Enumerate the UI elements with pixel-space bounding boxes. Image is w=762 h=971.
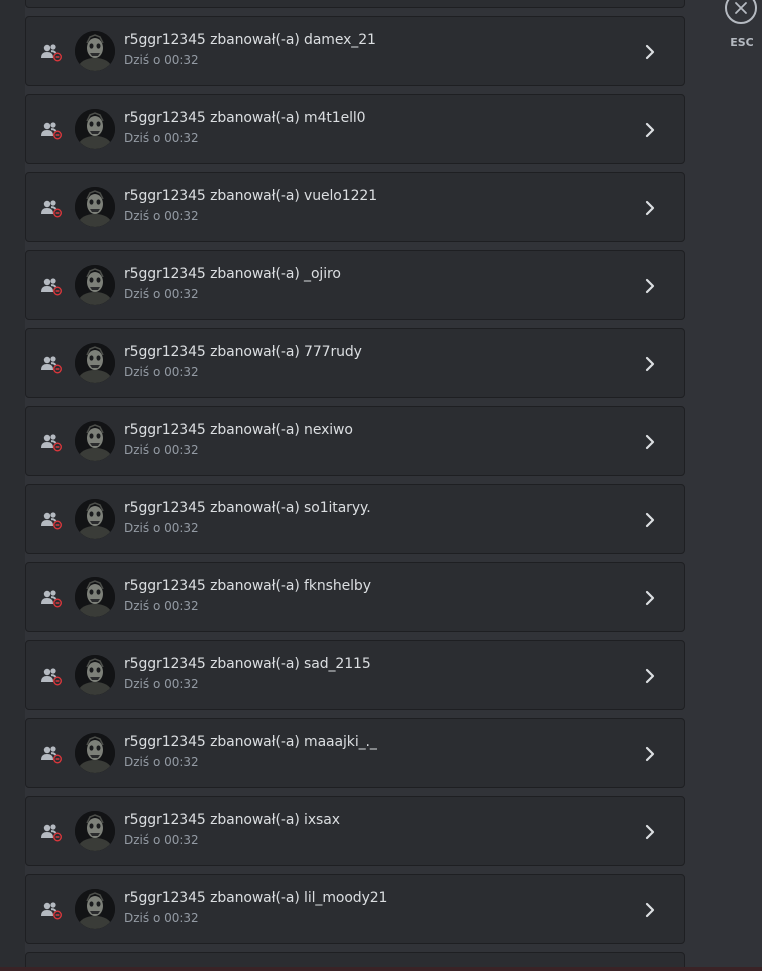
member-ban-icon — [41, 746, 63, 764]
entry-timestamp: Dziś o 00:32 — [124, 911, 199, 925]
audit-log-entry[interactable]: r5ggr12345 zbanował(-a) maaajki_._ Dziś … — [25, 718, 685, 788]
entry-title: r5ggr12345 zbanował(-a) vuelo1221 — [124, 188, 378, 204]
entry-timestamp: Dziś o 00:32 — [124, 677, 199, 691]
member-ban-icon — [41, 356, 63, 374]
avatar — [75, 343, 115, 383]
avatar — [75, 811, 115, 851]
chevron-right-icon[interactable] — [640, 42, 660, 62]
entry-timestamp: Dziś o 00:32 — [124, 287, 199, 301]
audit-log-entry[interactable]: r5ggr12345 zbanował(-a) lil_moody21 Dziś… — [25, 874, 685, 944]
entry-timestamp: Dziś o 00:32 — [124, 755, 199, 769]
audit-log-entry[interactable]: r5ggr12345 zbanował(-a) ixsax Dziś o 00:… — [25, 796, 685, 866]
chevron-right-icon[interactable] — [640, 822, 660, 842]
left-gutter — [0, 0, 25, 971]
avatar — [75, 889, 115, 929]
entry-timestamp: Dziś o 00:32 — [124, 53, 199, 67]
entry-title: r5ggr12345 zbanował(-a) 777rudy — [124, 344, 362, 360]
member-ban-icon — [41, 122, 63, 140]
chevron-right-icon[interactable] — [640, 354, 660, 374]
audit-log-entry[interactable]: r5ggr12345 zbanował(-a) damex_21 Dziś o … — [25, 16, 685, 86]
member-ban-icon — [41, 512, 63, 530]
close-area: ESC — [724, 0, 762, 52]
audit-log-entry[interactable]: r5ggr12345 zbanował(-a) 777rudy Dziś o 0… — [25, 328, 685, 398]
audit-log-list[interactable]: r5ggr12345 zbanował(-a) uscionek Dziś o … — [25, 0, 685, 952]
member-ban-icon — [41, 278, 63, 296]
avatar — [75, 421, 115, 461]
avatar — [75, 577, 115, 617]
entry-title: r5ggr12345 zbanował(-a) so1itaryy. — [124, 500, 371, 516]
member-ban-icon — [41, 434, 63, 452]
chevron-right-icon[interactable] — [640, 432, 660, 452]
entry-title: r5ggr12345 zbanował(-a) nexiwo — [124, 422, 353, 438]
entry-timestamp: Dziś o 00:32 — [124, 521, 199, 535]
audit-log-page: r5ggr12345 zbanował(-a) uscionek Dziś o … — [0, 0, 762, 971]
audit-log-entry[interactable]: r5ggr12345 zbanował(-a) nexiwo Dziś o 00… — [25, 406, 685, 476]
audit-log-entry[interactable]: r5ggr12345 zbanował(-a) m4t1ell0 Dziś o … — [25, 94, 685, 164]
entry-title: r5ggr12345 zbanował(-a) _ojiro — [124, 266, 341, 282]
audit-log-entry[interactable]: r5ggr12345 zbanował(-a) vuelo1221 Dziś o… — [25, 172, 685, 242]
close-icon — [735, 2, 747, 14]
close-button[interactable] — [725, 0, 757, 24]
entry-timestamp: Dziś o 00:32 — [124, 443, 199, 457]
avatar — [75, 265, 115, 305]
avatar — [75, 187, 115, 227]
chevron-right-icon[interactable] — [640, 588, 660, 608]
audit-log-entry[interactable]: r5ggr12345 zbanował(-a) sad_2115 Dziś o … — [25, 640, 685, 710]
avatar — [75, 31, 115, 71]
chevron-right-icon[interactable] — [640, 198, 660, 218]
avatar — [75, 733, 115, 773]
entry-timestamp: Dziś o 00:32 — [124, 833, 199, 847]
chevron-right-icon[interactable] — [640, 666, 660, 686]
avatar — [75, 109, 115, 149]
entry-timestamp: Dziś o 00:32 — [124, 131, 199, 145]
audit-log-entry[interactable]: r5ggr12345 zbanował(-a) fknshelby Dziś o… — [25, 562, 685, 632]
member-ban-icon — [41, 902, 63, 920]
entry-title: r5ggr12345 zbanował(-a) ixsax — [124, 812, 340, 828]
entry-timestamp: Dziś o 00:32 — [124, 209, 199, 223]
bottom-strip — [0, 967, 762, 971]
audit-log-entry[interactable]: r5ggr12345 zbanował(-a) _ojiro Dziś o 00… — [25, 250, 685, 320]
entry-title: r5ggr12345 zbanował(-a) damex_21 — [124, 32, 376, 48]
member-ban-icon — [41, 590, 63, 608]
avatar — [75, 499, 115, 539]
member-ban-icon — [41, 824, 63, 842]
chevron-right-icon[interactable] — [640, 120, 660, 140]
esc-label: ESC — [730, 36, 754, 49]
chevron-right-icon[interactable] — [640, 276, 660, 296]
chevron-right-icon[interactable] — [640, 900, 660, 920]
member-ban-icon — [41, 44, 63, 62]
entry-timestamp: Dziś o 00:32 — [124, 365, 199, 379]
member-ban-icon — [41, 668, 63, 686]
entry-timestamp: Dziś o 00:32 — [124, 599, 199, 613]
member-ban-icon — [41, 200, 63, 218]
chevron-right-icon[interactable] — [640, 744, 660, 764]
entry-title: r5ggr12345 zbanował(-a) maaajki_._ — [124, 734, 377, 750]
entry-title: r5ggr12345 zbanował(-a) lil_moody21 — [124, 890, 388, 906]
chevron-right-icon[interactable] — [640, 510, 660, 530]
entry-title: r5ggr12345 zbanował(-a) fknshelby — [124, 578, 371, 594]
entry-title: r5ggr12345 zbanował(-a) m4t1ell0 — [124, 110, 366, 126]
entry-title: r5ggr12345 zbanował(-a) sad_2115 — [124, 656, 371, 672]
audit-log-entry[interactable]: r5ggr12345 zbanował(-a) so1itaryy. Dziś … — [25, 484, 685, 554]
avatar — [75, 655, 115, 695]
audit-log-entry[interactable]: r5ggr12345 zbanował(-a) uscionek Dziś o … — [25, 0, 685, 8]
